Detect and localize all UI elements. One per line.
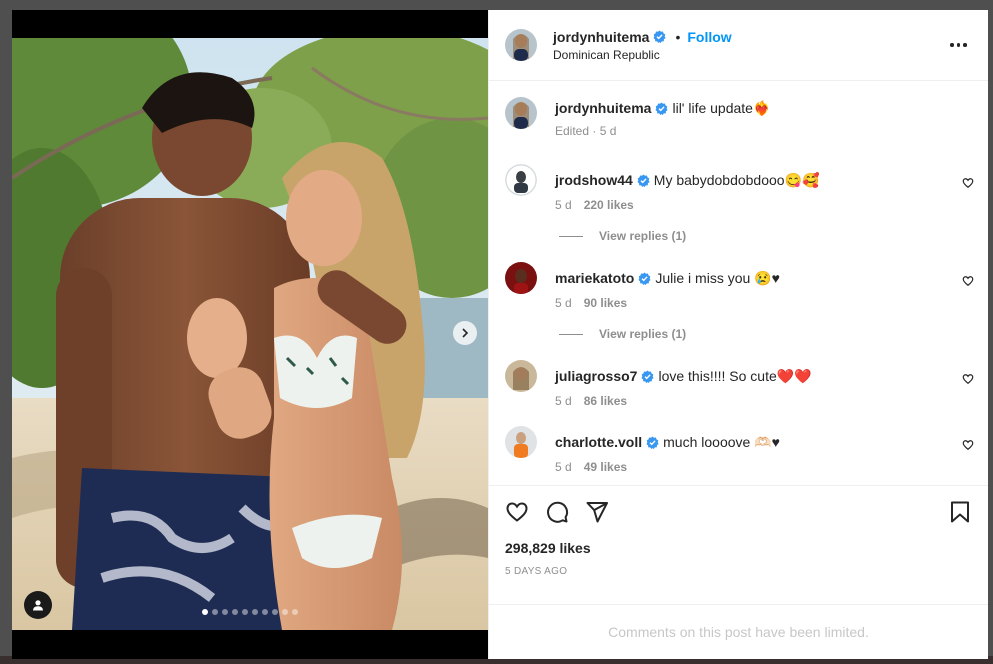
commenter-avatar[interactable] xyxy=(505,262,537,294)
view-replies-button[interactable]: View replies (1) xyxy=(559,229,988,243)
carousel-dot xyxy=(212,609,218,615)
verified-badge-icon xyxy=(641,370,655,383)
post-location[interactable]: Dominican Republic xyxy=(553,48,732,62)
verified-badge-icon xyxy=(655,102,669,115)
comment-time[interactable]: 5 d xyxy=(555,460,572,474)
comment-likes[interactable]: 90 likes xyxy=(584,296,627,310)
likes-count[interactable]: 298,829 likes xyxy=(489,538,988,556)
comment-item: jrodshow44 My babydobdobdooo😋🥰 5 d 220 li… xyxy=(489,164,988,212)
follow-button[interactable]: Follow xyxy=(687,29,731,45)
view-replies-button[interactable]: View replies (1) xyxy=(559,327,988,341)
chevron-right-icon xyxy=(462,328,469,338)
comments-limited-notice: Comments on this post have been limited. xyxy=(489,604,988,659)
caption-username[interactable]: jordynhuitema xyxy=(555,100,651,116)
comment-text: My babydobdobdooo😋🥰 xyxy=(653,172,820,188)
comment-item: juliagrosso7 love this!!!! So cute❤️❤️ 5 … xyxy=(489,360,988,408)
post-modal: jordynhuitema • Follow Dominican Republi… xyxy=(12,10,988,659)
commenter-username[interactable]: jrodshow44 xyxy=(555,172,633,188)
comment-time[interactable]: 5 d xyxy=(555,198,572,212)
comment-text: much loooove 🫶🏻♥ xyxy=(663,434,780,450)
carousel-indicator xyxy=(202,609,298,615)
commenter-username[interactable]: juliagrosso7 xyxy=(555,368,637,384)
post-header: jordynhuitema • Follow Dominican Republi… xyxy=(489,10,988,81)
caption-text: lil' life update❤️‍🔥 xyxy=(672,100,771,116)
post-photo xyxy=(12,38,488,630)
comment-likes[interactable]: 220 likes xyxy=(584,198,634,212)
comment-likes[interactable]: 49 likes xyxy=(584,460,627,474)
caption-meta: Edited · 5 d xyxy=(555,124,617,138)
post-date: 5 DAYS AGO xyxy=(505,566,568,577)
carousel-dot xyxy=(272,609,278,615)
verified-badge-icon xyxy=(646,436,659,449)
carousel-dot xyxy=(282,609,288,615)
verified-badge-icon xyxy=(637,174,650,187)
comment-heart-icon[interactable] xyxy=(962,373,974,385)
commenter-avatar[interactable] xyxy=(505,360,537,392)
author-avatar[interactable] xyxy=(505,29,537,61)
comment-heart-icon[interactable] xyxy=(962,275,974,287)
comment-item: charlotte.voll much loooove 🫶🏻♥ 5 d 49 li… xyxy=(489,426,988,474)
post-details-panel: jordynhuitema • Follow Dominican Republi… xyxy=(488,10,988,659)
comment-time[interactable]: 5 d xyxy=(555,394,572,408)
comment-text: Julie i miss you 😢♥ xyxy=(655,270,780,286)
more-options-icon[interactable] xyxy=(950,38,968,52)
heart-icon[interactable] xyxy=(505,500,529,524)
carousel-dot xyxy=(292,609,298,615)
commenter-avatar[interactable] xyxy=(505,426,537,458)
carousel-next-button[interactable] xyxy=(453,321,477,345)
carousel-dot xyxy=(232,609,238,615)
tagged-users-button[interactable] xyxy=(24,591,52,619)
verified-badge-icon xyxy=(653,30,667,43)
comment-heart-icon[interactable] xyxy=(962,177,974,189)
comment-item: mariekatoto Julie i miss you 😢♥ 5 d 90 li… xyxy=(489,262,988,310)
comment-time[interactable]: 5 d xyxy=(555,296,572,310)
view-replies-label: View replies (1) xyxy=(599,327,687,341)
author-username[interactable]: jordynhuitema xyxy=(553,29,649,45)
comments-list: jordynhuitema lil' life update❤️‍🔥 Edited… xyxy=(489,81,988,486)
carousel-dot xyxy=(252,609,258,615)
commenter-username[interactable]: charlotte.voll xyxy=(555,434,642,450)
bookmark-icon[interactable] xyxy=(948,500,972,524)
header-separator: • xyxy=(675,28,681,45)
comment-icon[interactable] xyxy=(545,500,569,524)
comment-heart-icon[interactable] xyxy=(962,439,974,451)
view-replies-label: View replies (1) xyxy=(599,229,687,243)
verified-badge-icon xyxy=(638,272,651,285)
comment-text: love this!!!! So cute❤️❤️ xyxy=(658,368,812,384)
commenter-avatar[interactable] xyxy=(505,164,537,196)
carousel-dot xyxy=(262,609,268,615)
post-media xyxy=(12,10,488,659)
caption: jordynhuitema lil' life update❤️‍🔥 Edited… xyxy=(489,97,988,138)
caption-avatar[interactable] xyxy=(505,97,537,129)
comment-likes[interactable]: 86 likes xyxy=(584,394,627,408)
commenter-username[interactable]: mariekatoto xyxy=(555,270,634,286)
user-tag-icon xyxy=(33,600,43,611)
share-icon[interactable] xyxy=(585,500,609,524)
carousel-dot xyxy=(222,609,228,615)
carousel-dot xyxy=(202,609,208,615)
carousel-dot xyxy=(242,609,248,615)
post-actions xyxy=(489,486,988,538)
